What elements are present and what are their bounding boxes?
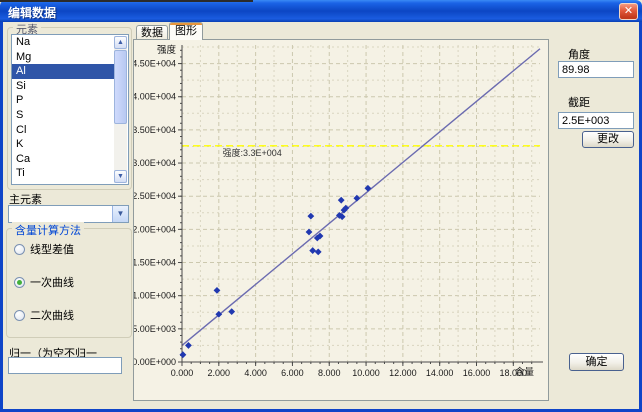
data-point[interactable] — [214, 287, 221, 294]
x-tick-label: 14.000 — [426, 368, 454, 378]
main-element-combobox[interactable]: ▼ — [8, 205, 129, 223]
data-point[interactable] — [228, 308, 235, 315]
list-item-s[interactable]: S — [12, 108, 115, 123]
window-border-left — [0, 22, 3, 412]
radio-label: 一次曲线 — [30, 274, 74, 290]
radio-icon[interactable] — [14, 310, 25, 321]
y-tick-label: 5.00E+003 — [134, 324, 176, 334]
radio-option-2[interactable]: 一次曲线 — [14, 275, 74, 289]
y-axis-title: 强度 — [157, 44, 177, 56]
x-tick-label: 16.000 — [463, 368, 491, 378]
data-point[interactable] — [307, 213, 314, 220]
element-list-scrollbar[interactable]: ▲ ▼ — [114, 36, 127, 183]
radio-label: 线型差值 — [30, 241, 74, 257]
x-tick-label: 0.000 — [171, 368, 194, 378]
x-axis-title: 含量 — [515, 366, 535, 378]
data-point[interactable] — [180, 351, 187, 358]
window-title: 编辑数据 — [8, 4, 56, 21]
normalize-input[interactable] — [8, 357, 122, 374]
edit-data-dialog: 编辑数据 ✕ 元素 NaMgAlSiPSClKCaTi ▲ ▼ 主元素 ▼ 含量… — [0, 0, 642, 412]
data-point[interactable] — [338, 197, 345, 204]
chevron-down-icon[interactable]: ▼ — [112, 206, 128, 222]
ok-button[interactable]: 确定 — [569, 353, 624, 371]
change-button[interactable]: 更改 — [582, 131, 634, 148]
y-tick-label: 1.00E+004 — [134, 291, 176, 301]
data-point[interactable] — [185, 342, 192, 349]
y-tick-label: 2.50E+004 — [134, 191, 176, 201]
scroll-down-icon[interactable]: ▼ — [114, 170, 127, 183]
close-icon[interactable]: ✕ — [619, 3, 638, 20]
data-point[interactable] — [365, 185, 372, 192]
background-window-edge — [0, 0, 253, 2]
element-list[interactable]: NaMgAlSiPSClKCaTi ▲ ▼ — [11, 34, 129, 185]
main-element-value — [9, 210, 12, 222]
list-item-si[interactable]: Si — [12, 79, 115, 94]
method-group-label: 含量计算方法 — [12, 222, 84, 238]
radio-option-1[interactable]: 线型差值 — [14, 242, 74, 256]
calibration-fit-line — [182, 49, 540, 346]
list-item-ca[interactable]: Ca — [12, 152, 115, 167]
calibration-chart: 强度:3.3E+004 0.000 2.000 4.000 6.000 8.000 10.0… — [134, 40, 548, 400]
tab-data[interactable]: 数据 — [136, 25, 168, 40]
scrollbar-thumb[interactable] — [114, 50, 127, 124]
x-tick-label: 4.000 — [244, 368, 267, 378]
angle-input[interactable] — [558, 61, 634, 78]
radio-icon[interactable] — [14, 244, 25, 255]
x-tick-label: 8.000 — [318, 368, 341, 378]
tab-graph[interactable]: 图形 — [169, 22, 203, 40]
data-point[interactable] — [309, 247, 316, 254]
list-item-k[interactable]: K — [12, 137, 115, 152]
y-tick-label: 2.00E+004 — [134, 224, 176, 234]
list-item-cl[interactable]: Cl — [12, 123, 115, 138]
list-item-al[interactable]: Al — [12, 64, 115, 79]
radio-selected-icon[interactable] — [14, 277, 25, 288]
y-tick-label: 3.00E+004 — [134, 158, 176, 168]
chart-tab-panel: 强度:3.3E+004 0.000 2.000 4.000 6.000 8.000 10.0… — [133, 39, 549, 401]
list-item-ti[interactable]: Ti — [12, 166, 115, 181]
x-tick-label: 6.000 — [281, 368, 304, 378]
radio-label: 二次曲线 — [30, 307, 74, 323]
y-tick-label: 4.50E+004 — [134, 59, 176, 69]
x-tick-label: 2.000 — [208, 368, 231, 378]
reference-line-label: 强度:3.3E+004 — [222, 147, 281, 158]
x-tick-label: 12.000 — [389, 368, 417, 378]
y-tick-label: 4.00E+004 — [134, 92, 176, 102]
y-tick-label: 3.50E+004 — [134, 125, 176, 135]
data-point[interactable] — [315, 249, 322, 256]
y-tick-label: 0.00E+000 — [134, 357, 176, 367]
angle-label: 角度 — [568, 46, 590, 62]
list-item-mg[interactable]: Mg — [12, 50, 115, 65]
intercept-input[interactable] — [558, 112, 634, 129]
intercept-label: 截距 — [568, 94, 590, 110]
radio-option-3[interactable]: 二次曲线 — [14, 308, 74, 322]
title-bar[interactable]: 编辑数据 ✕ — [0, 0, 642, 22]
y-tick-label: 1.50E+004 — [134, 258, 176, 268]
scroll-up-icon[interactable]: ▲ — [114, 36, 127, 49]
list-item-na[interactable]: Na — [12, 35, 115, 50]
x-tick-label: 10.000 — [352, 368, 380, 378]
list-item-p[interactable]: P — [12, 93, 115, 108]
